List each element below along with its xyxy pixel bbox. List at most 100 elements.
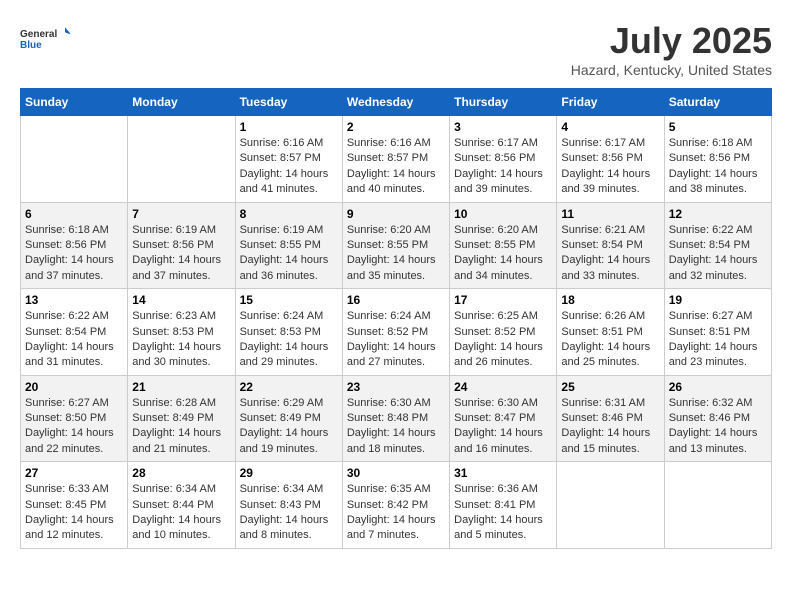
day-info: Sunrise: 6:17 AM Sunset: 8:56 PM Dayligh… (454, 136, 552, 198)
day-number: 10 (454, 207, 552, 221)
day-info: Sunrise: 6:28 AM Sunset: 8:49 PM Dayligh… (132, 396, 230, 458)
header-sunday: Sunday (21, 89, 128, 116)
day-info: Sunrise: 6:32 AM Sunset: 8:46 PM Dayligh… (669, 396, 767, 458)
day-number: 26 (669, 380, 767, 394)
day-info: Sunrise: 6:21 AM Sunset: 8:54 PM Dayligh… (561, 223, 659, 285)
table-row: 12 Sunrise: 6:22 AM Sunset: 8:54 PM Dayli… (664, 202, 771, 289)
table-row: 29Sunrise: 6:34 AM Sunset: 8:43 PM Dayli… (235, 462, 342, 549)
day-number: 20 (25, 380, 123, 394)
table-row: 3 Sunrise: 6:17 AM Sunset: 8:56 PM Daylig… (450, 116, 557, 203)
day-info: Sunrise: 6:35 AM Sunset: 8:42 PM Dayligh… (347, 482, 445, 544)
day-info: Sunrise: 6:34 AM Sunset: 8:43 PM Dayligh… (240, 482, 338, 544)
table-row: 19 Sunrise: 6:27 AM Sunset: 8:51 PM Dayli… (664, 289, 771, 376)
weekday-header-row: SundayMondayTuesdayWednesdayThursdayFrid… (21, 89, 772, 116)
day-number: 12 (669, 207, 767, 221)
table-row: 7 Sunrise: 6:19 AM Sunset: 8:56 PM Daylig… (128, 202, 235, 289)
header-monday: Monday (128, 89, 235, 116)
header-saturday: Saturday (664, 89, 771, 116)
day-number: 15 (240, 293, 338, 307)
day-number: 13 (25, 293, 123, 307)
svg-text:Blue: Blue (20, 40, 42, 51)
table-row (128, 116, 235, 203)
table-row: 9 Sunrise: 6:20 AM Sunset: 8:55 PM Daylig… (342, 202, 449, 289)
table-row (21, 116, 128, 203)
table-row: 31 Sunrise: 6:36 AM Sunset: 8:41 PM Dayli… (450, 462, 557, 549)
day-number: 7 (132, 207, 230, 221)
calendar-week-4: 20 Sunrise: 6:27 AM Sunset: 8:50 PM Dayli… (21, 375, 772, 462)
logo-svg: General Blue (20, 20, 70, 60)
day-number: 18 (561, 293, 659, 307)
logo: General Blue (20, 20, 70, 60)
table-row: 28 Sunrise: 6:34 AM Sunset: 8:44 PM Dayli… (128, 462, 235, 549)
day-number: 23 (347, 380, 445, 394)
day-number: 8 (240, 207, 338, 221)
day-number: 3 (454, 120, 552, 134)
month-title: July 2025 (571, 20, 772, 62)
day-number: 11 (561, 207, 659, 221)
day-info: Sunrise: 6:22 AM Sunset: 8:54 PM Dayligh… (25, 309, 123, 371)
day-number: 17 (454, 293, 552, 307)
calendar-week-5: 27 Sunrise: 6:33 AM Sunset: 8:45 PM Dayli… (21, 462, 772, 549)
day-info: Sunrise: 6:24 AM Sunset: 8:53 PM Dayligh… (240, 309, 338, 371)
day-info: Sunrise: 6:22 AM Sunset: 8:54 PM Dayligh… (669, 223, 767, 285)
header-thursday: Thursday (450, 89, 557, 116)
day-info: Sunrise: 6:30 AM Sunset: 8:48 PM Dayligh… (347, 396, 445, 458)
table-row: 21Sunrise: 6:28 AM Sunset: 8:49 PM Dayli… (128, 375, 235, 462)
table-row (557, 462, 664, 549)
day-info: Sunrise: 6:31 AM Sunset: 8:46 PM Dayligh… (561, 396, 659, 458)
table-row: 10Sunrise: 6:20 AM Sunset: 8:55 PM Dayli… (450, 202, 557, 289)
day-info: Sunrise: 6:17 AM Sunset: 8:56 PM Dayligh… (561, 136, 659, 198)
day-info: Sunrise: 6:29 AM Sunset: 8:49 PM Dayligh… (240, 396, 338, 458)
day-info: Sunrise: 6:27 AM Sunset: 8:50 PM Dayligh… (25, 396, 123, 458)
calendar-table: SundayMondayTuesdayWednesdayThursdayFrid… (20, 88, 772, 549)
day-number: 9 (347, 207, 445, 221)
table-row (664, 462, 771, 549)
day-number: 2 (347, 120, 445, 134)
day-number: 28 (132, 466, 230, 480)
calendar-week-3: 13 Sunrise: 6:22 AM Sunset: 8:54 PM Dayli… (21, 289, 772, 376)
day-info: Sunrise: 6:33 AM Sunset: 8:45 PM Dayligh… (25, 482, 123, 544)
day-number: 27 (25, 466, 123, 480)
day-number: 31 (454, 466, 552, 480)
day-info: Sunrise: 6:19 AM Sunset: 8:55 PM Dayligh… (240, 223, 338, 285)
day-info: Sunrise: 6:18 AM Sunset: 8:56 PM Dayligh… (25, 223, 123, 285)
table-row: 5Sunrise: 6:18 AM Sunset: 8:56 PM Daylig… (664, 116, 771, 203)
day-number: 6 (25, 207, 123, 221)
table-row: 17 Sunrise: 6:25 AM Sunset: 8:52 PM Dayli… (450, 289, 557, 376)
header-wednesday: Wednesday (342, 89, 449, 116)
table-row: 27 Sunrise: 6:33 AM Sunset: 8:45 PM Dayli… (21, 462, 128, 549)
location: Hazard, Kentucky, United States (571, 62, 772, 78)
table-row: 26 Sunrise: 6:32 AM Sunset: 8:46 PM Dayli… (664, 375, 771, 462)
day-number: 24 (454, 380, 552, 394)
day-number: 5 (669, 120, 767, 134)
table-row: 4Sunrise: 6:17 AM Sunset: 8:56 PM Daylig… (557, 116, 664, 203)
table-row: 11 Sunrise: 6:21 AM Sunset: 8:54 PM Dayli… (557, 202, 664, 289)
table-row: 16Sunrise: 6:24 AM Sunset: 8:52 PM Dayli… (342, 289, 449, 376)
day-info: Sunrise: 6:25 AM Sunset: 8:52 PM Dayligh… (454, 309, 552, 371)
title-block: July 2025 Hazard, Kentucky, United State… (571, 20, 772, 78)
table-row: 15 Sunrise: 6:24 AM Sunset: 8:53 PM Dayli… (235, 289, 342, 376)
day-info: Sunrise: 6:30 AM Sunset: 8:47 PM Dayligh… (454, 396, 552, 458)
day-info: Sunrise: 6:36 AM Sunset: 8:41 PM Dayligh… (454, 482, 552, 544)
calendar-week-1: 1 Sunrise: 6:16 AM Sunset: 8:57 PM Daylig… (21, 116, 772, 203)
table-row: 20 Sunrise: 6:27 AM Sunset: 8:50 PM Dayli… (21, 375, 128, 462)
page-header: General Blue July 2025 Hazard, Kentucky,… (20, 20, 772, 78)
day-info: Sunrise: 6:27 AM Sunset: 8:51 PM Dayligh… (669, 309, 767, 371)
header-tuesday: Tuesday (235, 89, 342, 116)
day-number: 30 (347, 466, 445, 480)
day-info: Sunrise: 6:16 AM Sunset: 8:57 PM Dayligh… (347, 136, 445, 198)
calendar-week-2: 6 Sunrise: 6:18 AM Sunset: 8:56 PM Daylig… (21, 202, 772, 289)
day-number: 25 (561, 380, 659, 394)
svg-text:General: General (20, 29, 57, 40)
day-info: Sunrise: 6:34 AM Sunset: 8:44 PM Dayligh… (132, 482, 230, 544)
day-info: Sunrise: 6:19 AM Sunset: 8:56 PM Dayligh… (132, 223, 230, 285)
day-info: Sunrise: 6:20 AM Sunset: 8:55 PM Dayligh… (347, 223, 445, 285)
table-row: 14Sunrise: 6:23 AM Sunset: 8:53 PM Dayli… (128, 289, 235, 376)
table-row: 30 Sunrise: 6:35 AM Sunset: 8:42 PM Dayli… (342, 462, 449, 549)
table-row: 6 Sunrise: 6:18 AM Sunset: 8:56 PM Daylig… (21, 202, 128, 289)
day-number: 1 (240, 120, 338, 134)
day-info: Sunrise: 6:26 AM Sunset: 8:51 PM Dayligh… (561, 309, 659, 371)
table-row: 18 Sunrise: 6:26 AM Sunset: 8:51 PM Dayli… (557, 289, 664, 376)
table-row: 8 Sunrise: 6:19 AM Sunset: 8:55 PM Daylig… (235, 202, 342, 289)
day-number: 19 (669, 293, 767, 307)
